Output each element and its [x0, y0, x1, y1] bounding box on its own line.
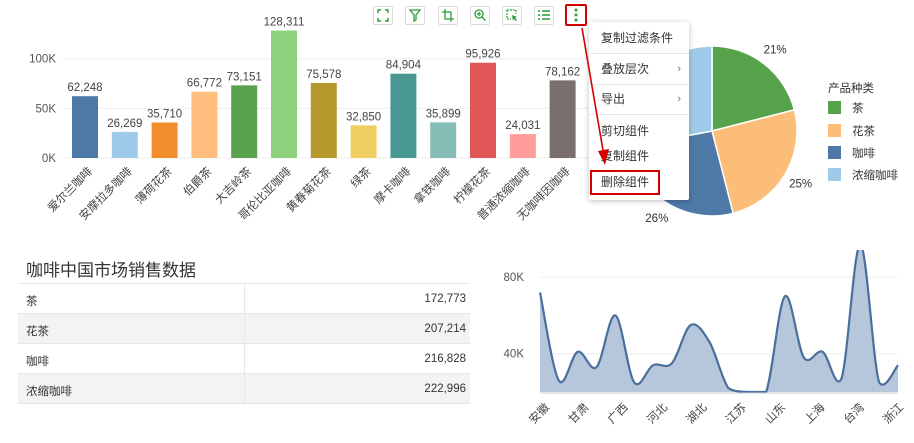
- bar-data-label: 95,926: [465, 49, 500, 61]
- x-tick-label: 甘肃: [566, 401, 591, 426]
- bar-data-label: 75,578: [306, 69, 341, 81]
- table-row[interactable]: 茶 172,773: [18, 284, 470, 314]
- bar[interactable]: [470, 62, 496, 158]
- column-divider: [244, 314, 245, 343]
- bar-data-label: 24,031: [505, 120, 540, 132]
- column-divider: [244, 284, 245, 313]
- table-cell-value: 216,828: [424, 353, 466, 365]
- x-tick-label: 广西: [605, 401, 630, 426]
- legend-label: 咖啡: [852, 148, 875, 160]
- bar-data-label: 26,269: [107, 118, 142, 130]
- table-row[interactable]: 咖啡 216,828: [18, 344, 470, 374]
- bar[interactable]: [509, 134, 536, 158]
- table-cell-name: 茶: [26, 296, 38, 308]
- legend-swatch: [828, 146, 841, 159]
- legend-swatch: [828, 168, 841, 181]
- x-tick-label: 安徽: [526, 400, 553, 427]
- table-cell-value: 207,214: [424, 323, 466, 335]
- y-tick-label: 40K: [504, 349, 525, 361]
- column-divider: [244, 344, 245, 373]
- table-title: 咖啡中国市场销售数据: [26, 261, 196, 280]
- legend-label: 花茶: [852, 126, 875, 138]
- annotation-arrow: [581, 27, 609, 165]
- y-tick-label: 80K: [504, 272, 525, 284]
- pie-percent-label: 25%: [789, 178, 812, 190]
- bar[interactable]: [271, 30, 297, 158]
- x-tick-label: 柠檬花茶: [451, 164, 494, 207]
- x-tick-label: 上海: [801, 400, 828, 427]
- bar-data-label: 35,899: [426, 108, 461, 120]
- x-tick-label: 薄荷花茶: [132, 164, 175, 207]
- bar-chart: 0K50K100K62,248爱尔兰咖啡26,269安摩拉多咖啡35,710薄荷…: [29, 17, 590, 223]
- y-tick-label: 0K: [42, 153, 56, 165]
- bar[interactable]: [191, 91, 218, 158]
- bar[interactable]: [350, 125, 377, 158]
- bar[interactable]: [549, 80, 576, 158]
- x-tick-label: 台湾: [841, 400, 868, 427]
- table-cell-value: 222,996: [424, 383, 466, 395]
- table-cell-name: 花茶: [26, 326, 49, 338]
- x-tick-label: 江苏: [723, 401, 748, 426]
- x-tick-label: 伯爵茶: [180, 164, 215, 199]
- area-chart: 40K 80K 安徽 甘肃 广西 河北 湖北 江苏 山东 上海 台湾 浙江: [504, 250, 907, 427]
- x-tick-label: 山东: [763, 401, 788, 426]
- table-cell-value: 172,773: [424, 293, 466, 305]
- x-tick-label: 大吉岭茶: [212, 164, 255, 207]
- table-cell-name: 浓缩咖啡: [26, 386, 72, 398]
- x-tick-label: 湖北: [683, 400, 710, 427]
- bar-data-label: 128,311: [264, 17, 305, 29]
- y-tick-label: 50K: [36, 103, 57, 115]
- y-tick-label: 100K: [29, 54, 56, 66]
- bar[interactable]: [151, 122, 178, 158]
- bar[interactable]: [390, 73, 417, 158]
- bar-data-label: 62,248: [67, 82, 102, 94]
- x-tick-label: 浙江: [881, 401, 907, 427]
- bar-data-label: 66,772: [187, 78, 222, 90]
- bar[interactable]: [310, 82, 337, 158]
- x-tick-label: 绿茶: [348, 164, 375, 191]
- bar[interactable]: [430, 122, 457, 158]
- legend-swatch: [828, 124, 841, 137]
- bar[interactable]: [111, 131, 138, 158]
- legend-label: 茶: [852, 103, 864, 115]
- bar-data-label: 84,904: [386, 60, 422, 72]
- bar-data-label: 35,710: [147, 109, 182, 121]
- legend-swatch: [828, 101, 841, 114]
- chevron-right-icon: ›: [677, 63, 681, 75]
- column-divider: [244, 374, 245, 403]
- pie-percent-label: 26%: [645, 213, 668, 225]
- bar[interactable]: [72, 96, 98, 158]
- legend-label: 浓缩咖啡: [852, 170, 898, 182]
- delete-highlight-box: [590, 170, 660, 195]
- x-tick-label: 拿铁咖啡: [411, 164, 454, 207]
- table-row[interactable]: 花茶 207,214: [18, 314, 470, 344]
- table-cell-name: 咖啡: [26, 356, 49, 368]
- bar[interactable]: [231, 85, 258, 158]
- pie-percent-label: 21%: [764, 45, 787, 57]
- bar-data-label: 32,850: [346, 111, 381, 123]
- x-tick-label: 摩卡咖啡: [371, 164, 414, 207]
- x-tick-label: 河北: [645, 401, 671, 427]
- chevron-right-icon: ›: [677, 93, 681, 105]
- bar-data-label: 73,151: [227, 71, 262, 83]
- legend-title: 产品种类: [828, 83, 874, 95]
- table-row[interactable]: 浓缩咖啡 222,996: [18, 374, 470, 404]
